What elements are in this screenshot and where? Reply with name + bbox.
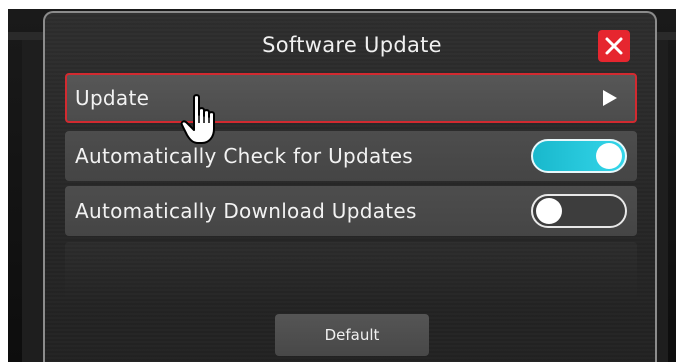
software-update-dialog: Software Update Update Automatically Che… — [43, 11, 657, 362]
close-button[interactable] — [598, 30, 630, 62]
hand-pointer-icon — [180, 94, 215, 144]
empty-list-area — [65, 242, 637, 302]
update-item[interactable]: Update — [65, 73, 637, 123]
default-button[interactable]: Default — [275, 314, 429, 356]
auto-check-updates-item[interactable]: Automatically Check for Updates — [65, 131, 637, 181]
toggle-knob — [536, 198, 562, 224]
dialog-title: Software Update — [262, 33, 442, 57]
screen-frame-top — [0, 0, 686, 9]
auto-download-updates-item[interactable]: Automatically Download Updates — [65, 186, 637, 236]
update-item-label: Update — [75, 86, 150, 110]
auto-check-updates-toggle[interactable] — [531, 139, 627, 173]
screen-frame-right — [676, 0, 686, 362]
auto-download-updates-label: Automatically Download Updates — [75, 199, 417, 223]
chevron-right-icon — [603, 90, 617, 106]
toggle-knob — [596, 143, 622, 169]
screen-frame-left — [0, 0, 8, 362]
auto-download-updates-toggle[interactable] — [531, 194, 627, 228]
auto-check-updates-label: Automatically Check for Updates — [75, 144, 414, 168]
close-icon — [605, 37, 623, 55]
